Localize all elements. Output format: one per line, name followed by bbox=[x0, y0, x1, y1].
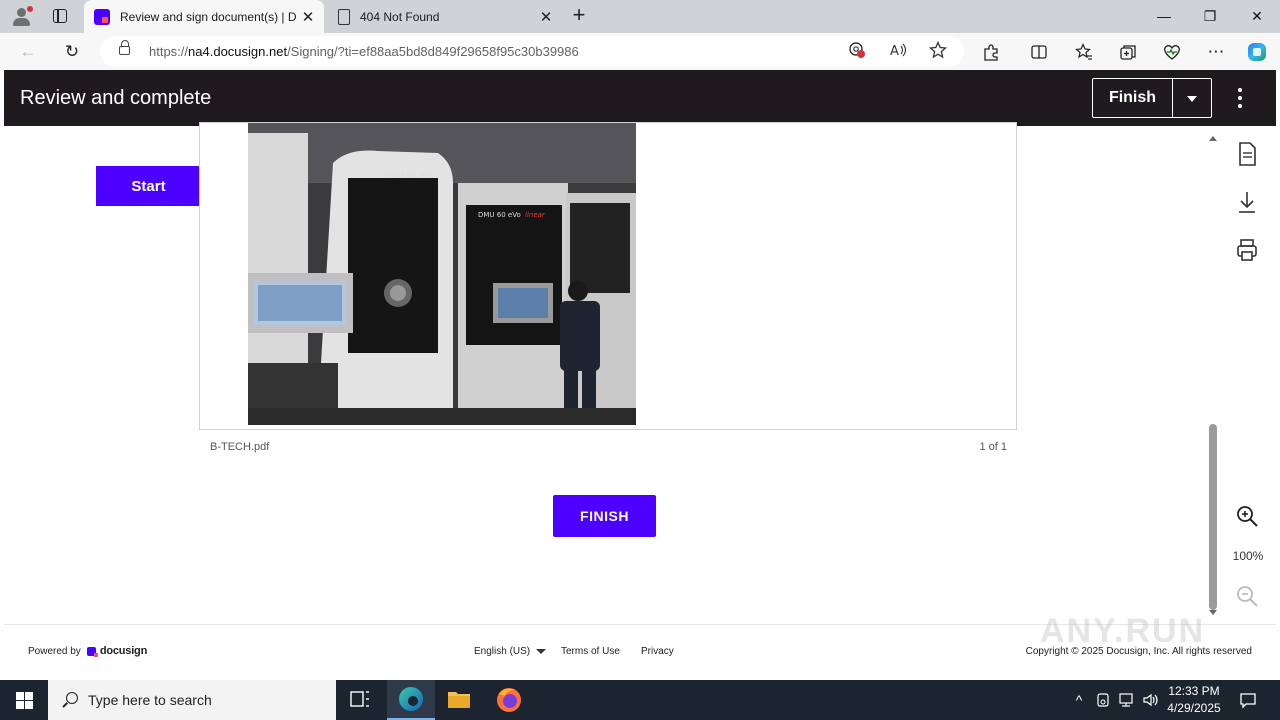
browser-toolbar: ← ↻ https://na4.docusign.net/Signing/?ti… bbox=[0, 33, 1280, 70]
profile-icon[interactable] bbox=[9, 5, 35, 27]
finish-button[interactable]: Finish bbox=[1093, 79, 1173, 117]
svg-text:A: A bbox=[890, 44, 899, 59]
address-bar[interactable]: https://na4.docusign.net/Signing/?ti=ef8… bbox=[100, 36, 964, 67]
page-count: 1 of 1 bbox=[979, 441, 1007, 453]
search-icon bbox=[62, 692, 78, 708]
notifications-icon[interactable] bbox=[1232, 680, 1264, 720]
terms-of-use-link[interactable]: Terms of Use bbox=[561, 646, 620, 657]
task-view-icon[interactable] bbox=[336, 680, 384, 720]
clock-time: 12:33 PM bbox=[1168, 684, 1220, 698]
powered-by-text: Powered by bbox=[28, 645, 81, 657]
watermark: ANY.RUN bbox=[1040, 612, 1206, 650]
more-icon[interactable]: ⋯ bbox=[1203, 39, 1229, 65]
close-tab-icon[interactable]: ✕ bbox=[298, 8, 318, 26]
view-document-icon[interactable] bbox=[1232, 139, 1262, 169]
tab-404[interactable]: 404 Not Found ✕ bbox=[326, 0, 562, 33]
language-selector[interactable]: English (US) bbox=[474, 646, 547, 657]
search-placeholder: Type here to search bbox=[88, 692, 212, 708]
close-window-button[interactable]: ✕ bbox=[1234, 0, 1280, 32]
page-favicon-icon bbox=[338, 8, 350, 25]
copilot-icon[interactable] bbox=[1244, 39, 1270, 65]
close-tab-icon[interactable]: ✕ bbox=[536, 8, 556, 26]
read-aloud-icon[interactable]: A bbox=[887, 41, 909, 63]
browser-tab-strip: Review and sign document(s) | D ✕ 404 No… bbox=[0, 0, 1280, 33]
docusign-header: Review and complete Finish bbox=[4, 70, 1276, 126]
finish-button-group: Finish bbox=[1092, 78, 1212, 118]
url-text[interactable]: https://na4.docusign.net/Signing/?ti=ef8… bbox=[149, 44, 579, 59]
document-photo: DMU 60 eVo DMU 60 eVo linear bbox=[248, 123, 636, 425]
minimize-button[interactable]: — bbox=[1141, 0, 1187, 32]
more-options-icon[interactable] bbox=[1231, 86, 1249, 110]
docusign-logo-icon bbox=[86, 646, 98, 657]
finish-dropdown-chevron-icon[interactable] bbox=[1173, 79, 1211, 117]
back-icon[interactable]: ← bbox=[15, 39, 41, 65]
docusign-favicon-icon bbox=[94, 8, 110, 25]
document-viewer: Start DMU 60 eVo DMU 60 eVo linear B-TEC… bbox=[4, 122, 1276, 624]
document-scrollbar[interactable] bbox=[1207, 134, 1219, 618]
split-screen-icon[interactable] bbox=[1026, 39, 1052, 65]
docusign-logo-text: docusign bbox=[99, 645, 148, 657]
tab-title: 404 Not Found bbox=[360, 9, 440, 24]
photo-machine1-label: DMU 60 eVo bbox=[385, 171, 434, 180]
tab-review-sign[interactable]: Review and sign document(s) | D ✕ bbox=[84, 0, 324, 33]
file-explorer-icon[interactable] bbox=[435, 680, 483, 720]
device-icon[interactable] bbox=[1092, 680, 1114, 720]
taskbar-clock[interactable]: 12:33 PM 4/29/2025 bbox=[1164, 683, 1224, 717]
edge-app-icon[interactable] bbox=[387, 680, 435, 720]
windows-taskbar: Type here to search ^ 12:33 PM 4/29/2025 bbox=[0, 680, 1280, 720]
taskbar-search[interactable]: Type here to search bbox=[48, 680, 336, 720]
network-icon[interactable] bbox=[1116, 680, 1138, 720]
scrollbar-thumb[interactable] bbox=[1209, 424, 1217, 610]
print-icon[interactable] bbox=[1232, 235, 1262, 265]
scroll-down-arrow-icon[interactable] bbox=[1209, 610, 1217, 615]
browser-essentials-icon[interactable] bbox=[1159, 39, 1185, 65]
chevron-down-icon bbox=[536, 649, 547, 654]
finish-document-button[interactable]: FINISH bbox=[553, 495, 656, 537]
volume-icon[interactable] bbox=[1140, 680, 1162, 720]
favorites-icon[interactable] bbox=[1071, 39, 1097, 65]
clock-date: 4/29/2025 bbox=[1167, 701, 1221, 715]
download-icon[interactable] bbox=[1232, 187, 1262, 217]
page-title: Review and complete bbox=[20, 87, 212, 109]
zoom-out-icon[interactable] bbox=[1232, 581, 1262, 611]
collections-icon[interactable] bbox=[1115, 39, 1141, 65]
firefox-icon[interactable] bbox=[485, 680, 533, 720]
language-label: English (US) bbox=[474, 646, 531, 657]
zoom-level: 100% bbox=[1232, 549, 1264, 563]
tracking-prevention-icon[interactable] bbox=[846, 41, 868, 63]
scroll-up-arrow-icon[interactable] bbox=[1209, 136, 1217, 141]
photo-machine2-label: DMU 60 eVo bbox=[478, 211, 521, 219]
refresh-icon[interactable]: ↻ bbox=[59, 39, 85, 65]
windows-start-icon[interactable] bbox=[0, 680, 48, 720]
show-hidden-icons-icon[interactable]: ^ bbox=[1068, 680, 1090, 720]
photo-machine2-brand: linear bbox=[525, 211, 546, 219]
tab-title: Review and sign document(s) | D bbox=[120, 9, 297, 24]
tab-actions-icon[interactable] bbox=[48, 6, 72, 26]
extensions-icon[interactable] bbox=[978, 39, 1004, 65]
restore-button[interactable]: ❐ bbox=[1187, 0, 1233, 32]
document-page: DMU 60 eVo DMU 60 eVo linear bbox=[199, 122, 1017, 430]
new-tab-button[interactable]: + bbox=[568, 4, 590, 28]
lock-icon[interactable] bbox=[119, 40, 130, 55]
document-file-name: B-TECH.pdf bbox=[210, 441, 270, 453]
privacy-link[interactable]: Privacy bbox=[641, 646, 674, 657]
powered-by: Powered by docusign bbox=[28, 645, 147, 657]
start-button[interactable]: Start bbox=[96, 166, 201, 206]
favorite-star-icon[interactable] bbox=[927, 40, 949, 63]
zoom-in-icon[interactable] bbox=[1232, 501, 1262, 531]
